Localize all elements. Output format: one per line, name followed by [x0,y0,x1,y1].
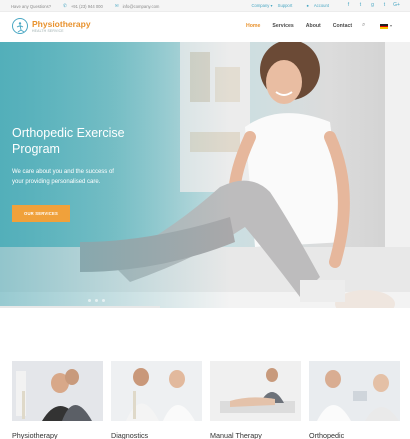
site-header: Physiotherapy HEALTH SERVICE Home Servic… [0,12,410,42]
card-image[interactable] [12,361,103,421]
account-link[interactable]: Account [314,3,329,8]
service-card-manual-therapy[interactable]: Manual Therapy [210,361,301,439]
service-cards: Physiotherapy Diagnostics Manual Therapy… [12,361,400,439]
hero-title: Orthopedic Exercise Program [12,126,125,156]
hero-slider: Orthopedic Exercise Program We care abou… [0,42,410,308]
email-link[interactable]: info@company.com [123,4,160,9]
question-text: Have any Questions? [11,3,52,9]
google-plus-icon[interactable]: G+ [393,2,400,8]
nav-about[interactable]: About [306,23,321,29]
phone-number[interactable]: +91 (23) 944 000 [71,4,103,9]
card-title[interactable]: Physiotherapy [12,431,103,439]
our-services-button[interactable]: OUR SERVICES [12,205,70,222]
slider-progress [0,306,160,308]
top-bar: Have any Questions? ✆ +91 (23) 944 000 ✉… [0,0,410,12]
language-flag-icon[interactable] [380,24,388,29]
top-bar-contacts: Have any Questions? ✆ +91 (23) 944 000 ✉… [11,3,159,9]
logo-icon[interactable] [12,18,28,34]
top-bar-right: Company ▾ Support ● Account f t g t G+ [251,2,400,8]
card-image[interactable] [111,361,202,421]
facebook-icon[interactable]: f [345,2,352,8]
slider-dot[interactable] [95,299,98,302]
service-card-orthopedic[interactable]: Orthopedic [309,361,400,439]
twitter-icon[interactable]: t [357,2,364,8]
card-title[interactable]: Diagnostics [111,431,202,439]
mail-icon: ✉ [114,3,119,8]
logo-title[interactable]: Physiotherapy [32,19,91,29]
nav-home[interactable]: Home [246,23,260,29]
flickr-icon[interactable]: g [369,2,376,8]
logo-subtitle: HEALTH SERVICE [32,29,64,33]
card-title[interactable]: Manual Therapy [210,431,301,439]
hero-text: We care about you and the success of you… [12,169,114,185]
card-image[interactable] [309,361,400,421]
card-title[interactable]: Orthopedic [309,431,400,439]
company-menu[interactable]: Company ▾ [251,3,272,8]
service-card-diagnostics[interactable]: Diagnostics [111,361,202,439]
slider-dot[interactable] [88,299,91,302]
chevron-down-icon[interactable]: ▾ [390,23,392,28]
slider-dot[interactable] [102,299,105,302]
search-icon[interactable]: ⌕ [362,22,365,29]
nav-contact[interactable]: Contact [333,23,352,29]
card-image[interactable] [210,361,301,421]
slider-dots [88,299,105,302]
phone-icon: ✆ [63,3,67,8]
service-card-physiotherapy[interactable]: Physiotherapy [12,361,103,439]
tumblr-icon[interactable]: t [381,2,388,8]
user-icon: ● [306,2,309,8]
main-nav: Home Services About Contact [246,23,352,29]
company-label: Company [251,2,270,8]
support-link[interactable]: Support [278,3,293,8]
nav-services[interactable]: Services [272,23,293,29]
